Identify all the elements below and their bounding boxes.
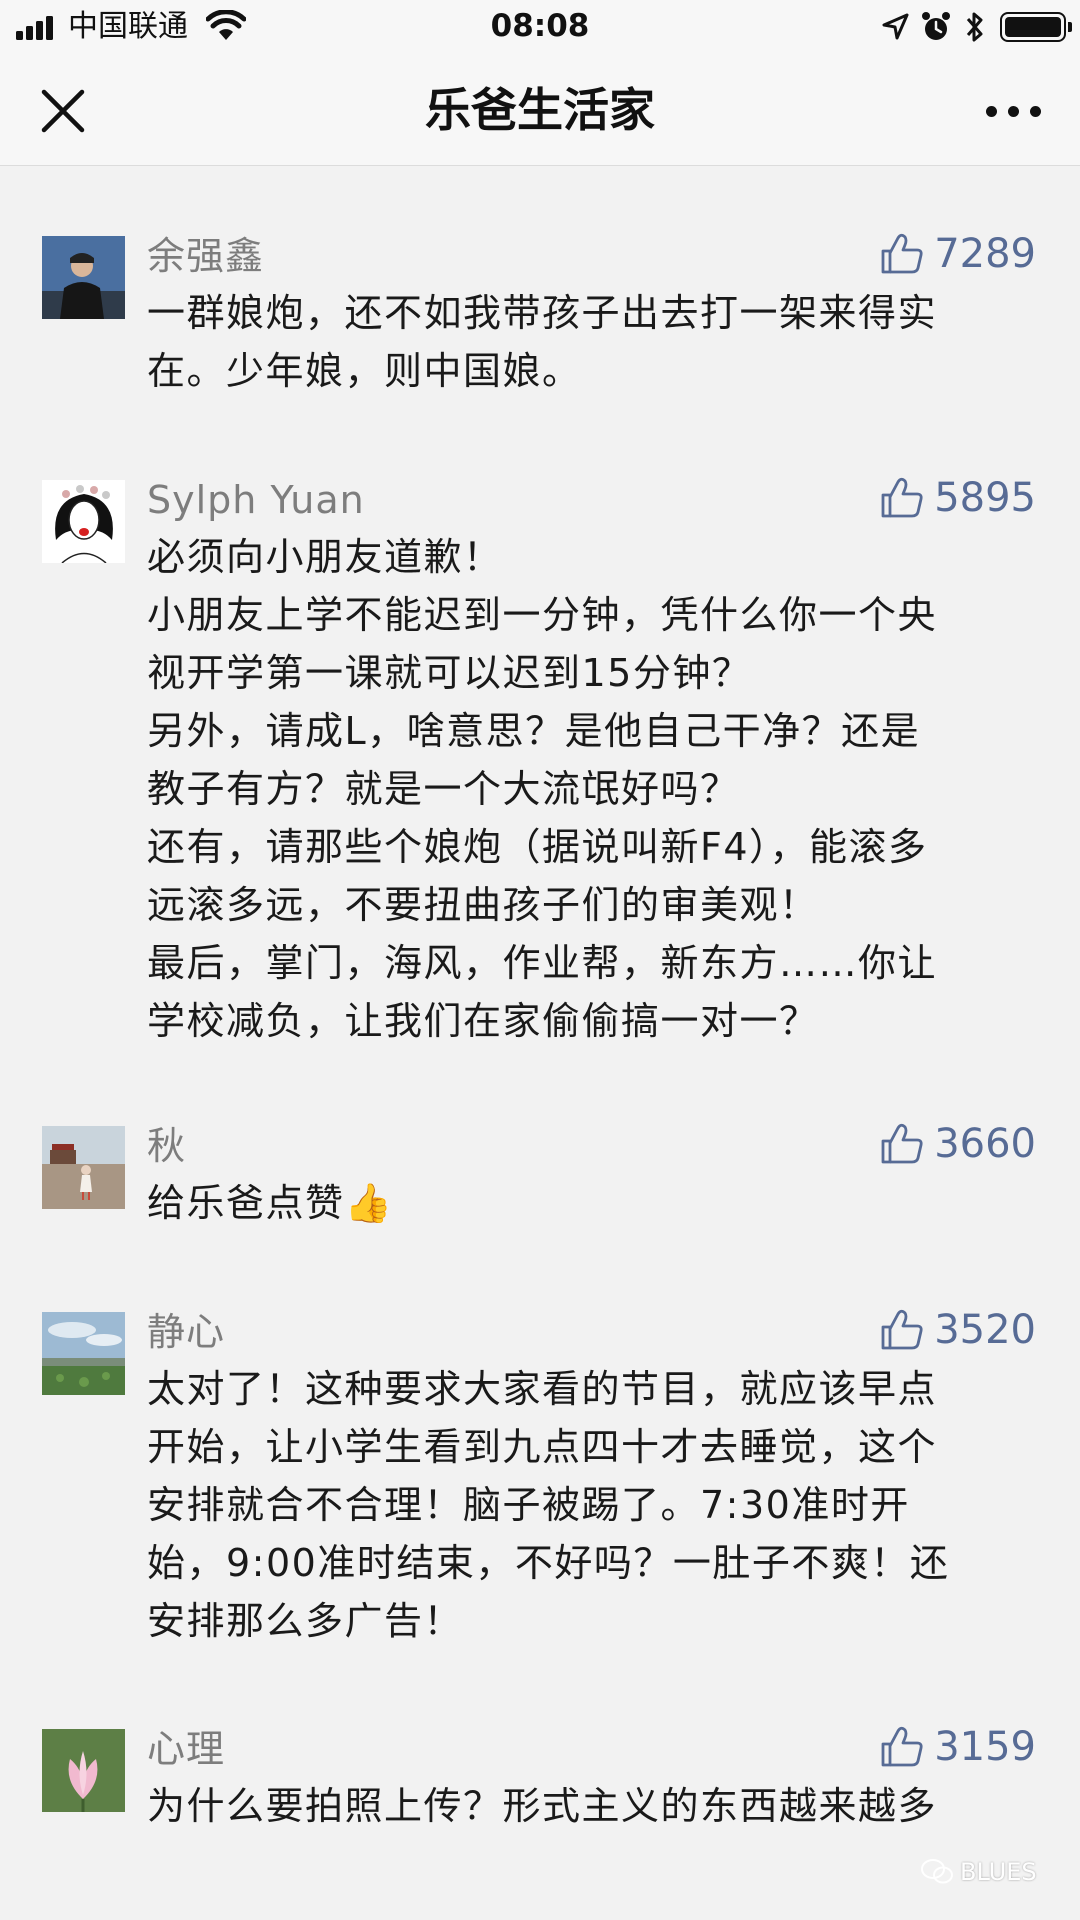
- wechat-icon: [921, 1859, 953, 1884]
- like-button[interactable]: 7289: [880, 228, 1036, 280]
- like-count: 3520: [934, 1307, 1036, 1353]
- like-button[interactable]: 3520: [880, 1304, 1036, 1356]
- comment-nickname[interactable]: Sylph Yuan: [147, 476, 365, 524]
- like-button[interactable]: 3660: [880, 1118, 1036, 1170]
- avatar[interactable]: [42, 1312, 125, 1395]
- like-count: 7289: [934, 231, 1036, 277]
- comment-text: 太对了！这种要求大家看的节目，就应该早点 开始，让小学生看到九点四十才去睡觉，这…: [147, 1367, 950, 1643]
- like-count: 3159: [934, 1724, 1036, 1770]
- battery-icon: [1000, 12, 1072, 42]
- comment-text: 必须向小朋友道歉！ 小朋友上学不能迟到一分钟，凭什么你一个央 视开学第一课就可以…: [147, 535, 938, 1043]
- nav-bar: 乐爸生活家: [0, 54, 1080, 166]
- comment-text: 为什么要拍照上传？形式主义的东西越来越多: [147, 1784, 938, 1828]
- comment-nickname[interactable]: 心理: [147, 1725, 225, 1773]
- avatar[interactable]: [42, 480, 125, 563]
- page-title: 乐爸生活家: [425, 83, 655, 137]
- alarm-icon: [922, 12, 950, 40]
- location-icon: [882, 13, 909, 40]
- thumbs-up-icon: [881, 233, 923, 274]
- comment-text: 一群娘炮，还不如我带孩子出去打一架来得实 在。少年娘，则中国娘。: [147, 291, 938, 393]
- watermark-text: BLUES: [960, 1858, 1037, 1886]
- clock: 08:08: [490, 8, 590, 44]
- avatar[interactable]: [42, 1126, 125, 1209]
- thumbs-up-icon: [881, 1123, 923, 1164]
- comment-nickname[interactable]: 余强鑫: [147, 232, 264, 280]
- avatar[interactable]: [42, 1729, 125, 1812]
- avatar[interactable]: [42, 236, 125, 319]
- watermark: BLUES: [920, 1858, 1037, 1886]
- like-button[interactable]: 5895: [880, 472, 1036, 524]
- thumbs-up-icon: [881, 477, 923, 518]
- like-button[interactable]: 3159: [880, 1721, 1036, 1773]
- thumbs-up-icon: [881, 1309, 923, 1350]
- comment-text: 给乐爸点赞👍: [147, 1181, 394, 1225]
- comment-nickname[interactable]: 秋: [147, 1122, 186, 1170]
- comment-nickname[interactable]: 静心: [147, 1308, 225, 1356]
- like-count: 3660: [934, 1121, 1036, 1167]
- thumbs-up-icon: [881, 1726, 923, 1767]
- bluetooth-icon: [966, 12, 983, 42]
- more-icon[interactable]: [986, 106, 1042, 118]
- status-bar: 中国联通 08:08: [0, 0, 1080, 54]
- like-count: 5895: [934, 475, 1036, 521]
